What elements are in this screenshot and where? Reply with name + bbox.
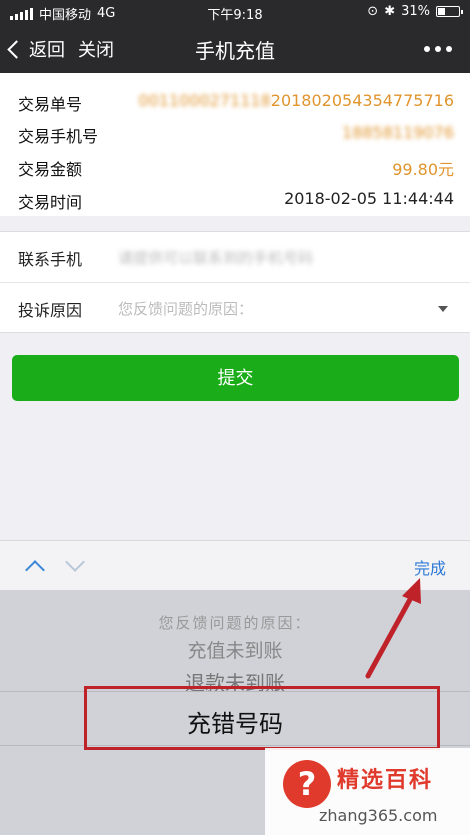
phone-value: 18858119076: [342, 123, 454, 142]
chevron-down-icon[interactable]: [65, 552, 85, 572]
chevron-up-icon[interactable]: [25, 560, 45, 580]
phone-label: 交易手机号: [18, 127, 99, 146]
time-label: 交易时间: [18, 193, 83, 212]
complaint-reason-select[interactable]: 您反馈问题的原因：: [118, 298, 253, 319]
picker-toolbar: 完成: [0, 540, 470, 590]
dropdown-arrow-icon: [438, 306, 448, 312]
transaction-info: 交易单号 0011000271118201802054354775716 交易手…: [0, 73, 470, 216]
battery-percent: 31%: [401, 4, 430, 19]
watermark-domain: zhang365.com: [319, 806, 438, 825]
contact-phone-field[interactable]: 联系手机 请提供可以联系到的手机号码: [0, 232, 470, 282]
complaint-reason-field[interactable]: 投诉原因 您反馈问题的原因：: [0, 283, 470, 333]
phone-row: 交易手机号 18858119076: [18, 118, 454, 148]
order-number-label: 交易单号: [18, 95, 83, 114]
watermark: ? 精选百科 zhang365.com: [265, 748, 470, 835]
submit-button[interactable]: 提交: [12, 355, 459, 401]
battery-icon: [436, 6, 463, 17]
amount-value: 99.80元: [392, 160, 454, 179]
picker-option[interactable]: 您反馈问题的原因：: [0, 612, 470, 633]
nav-bar: 返回 关闭 手机充值: [0, 24, 470, 73]
order-number-row: 交易单号 0011000271118201802054354775716: [18, 86, 454, 116]
watermark-brand: 精选百科: [337, 768, 434, 793]
time-value: 2018-02-05 11:44:44: [284, 189, 454, 208]
order-number-value: 0011000271118201802054354775716: [138, 91, 454, 110]
page-title: 手机充值: [195, 39, 275, 63]
amount-row: 交易金额 99.80元: [18, 151, 454, 181]
picker-option[interactable]: 充值未到账: [0, 636, 470, 663]
question-icon: ?: [283, 760, 331, 808]
app-header: 中国移动 4G 下午9:18 ⊙ ✱ 31% 返回 关闭 手机充值: [0, 0, 470, 73]
highlight-box: [84, 686, 440, 750]
contact-phone-label: 联系手机: [18, 250, 83, 269]
contact-phone-input[interactable]: 请提供可以联系到的手机号码: [118, 247, 313, 268]
complaint-form: 联系手机 请提供可以联系到的手机号码 投诉原因 您反馈问题的原因：: [0, 231, 470, 333]
status-bar: 中国移动 4G 下午9:18 ⊙ ✱ 31%: [0, 0, 470, 24]
orientation-lock-icon: ⊙: [367, 4, 379, 19]
complaint-reason-label: 投诉原因: [18, 301, 83, 320]
more-options-icon[interactable]: [424, 46, 452, 52]
done-button[interactable]: 完成: [414, 555, 446, 579]
bluetooth-icon: ✱: [384, 4, 396, 19]
time-row: 交易时间 2018-02-05 11:44:44: [18, 184, 454, 214]
amount-label: 交易金额: [18, 160, 83, 179]
